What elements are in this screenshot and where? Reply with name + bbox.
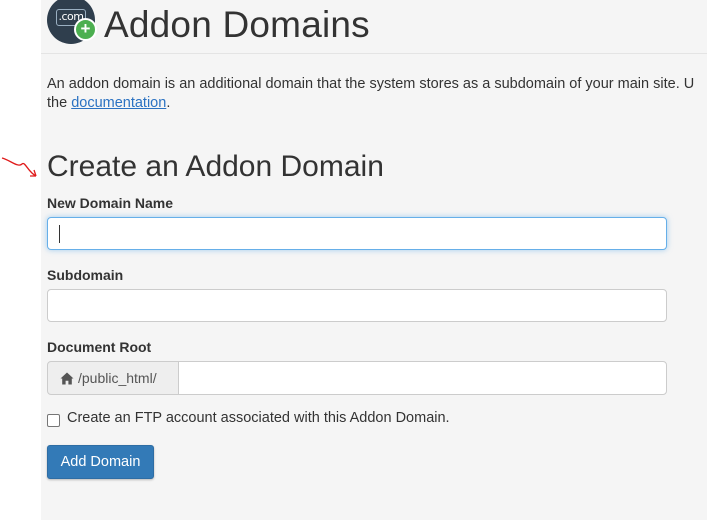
subdomain-input[interactable] [47, 289, 667, 322]
plus-icon: + [74, 18, 97, 41]
left-gutter [0, 0, 41, 520]
intro-line-2-prefix: the [47, 95, 72, 111]
documentation-link[interactable]: documentation [71, 95, 166, 111]
document-root-input[interactable] [178, 361, 667, 395]
text-caret [59, 225, 60, 243]
addon-domain-icon: .com + [47, 0, 97, 44]
new-domain-input[interactable] [47, 217, 667, 250]
new-domain-label: New Domain Name [47, 195, 174, 211]
ftp-checkbox-label[interactable]: Create an FTP account associated with th… [67, 410, 450, 426]
main-content: .com + Addon Domains An addon domain is … [41, 0, 707, 520]
document-root-prefix-addon: /public_html/ [47, 361, 179, 395]
intro-line-1: An addon domain is an additional domain … [47, 76, 695, 92]
ftp-account-checkbox[interactable] [47, 414, 60, 427]
document-root-group: /public_html/ [47, 361, 667, 395]
home-icon [60, 372, 74, 385]
document-root-label: Document Root [47, 339, 152, 355]
add-domain-button[interactable]: Add Domain [47, 445, 154, 479]
section-title: Create an Addon Domain [47, 150, 384, 183]
intro-text: An addon domain is an additional domain … [47, 75, 707, 113]
page-header: .com + Addon Domains [41, 0, 707, 54]
document-root-prefix: /public_html/ [78, 370, 157, 386]
subdomain-label: Subdomain [47, 267, 124, 283]
page-title: Addon Domains [104, 4, 370, 45]
intro-line-2-suffix: . [166, 95, 171, 111]
